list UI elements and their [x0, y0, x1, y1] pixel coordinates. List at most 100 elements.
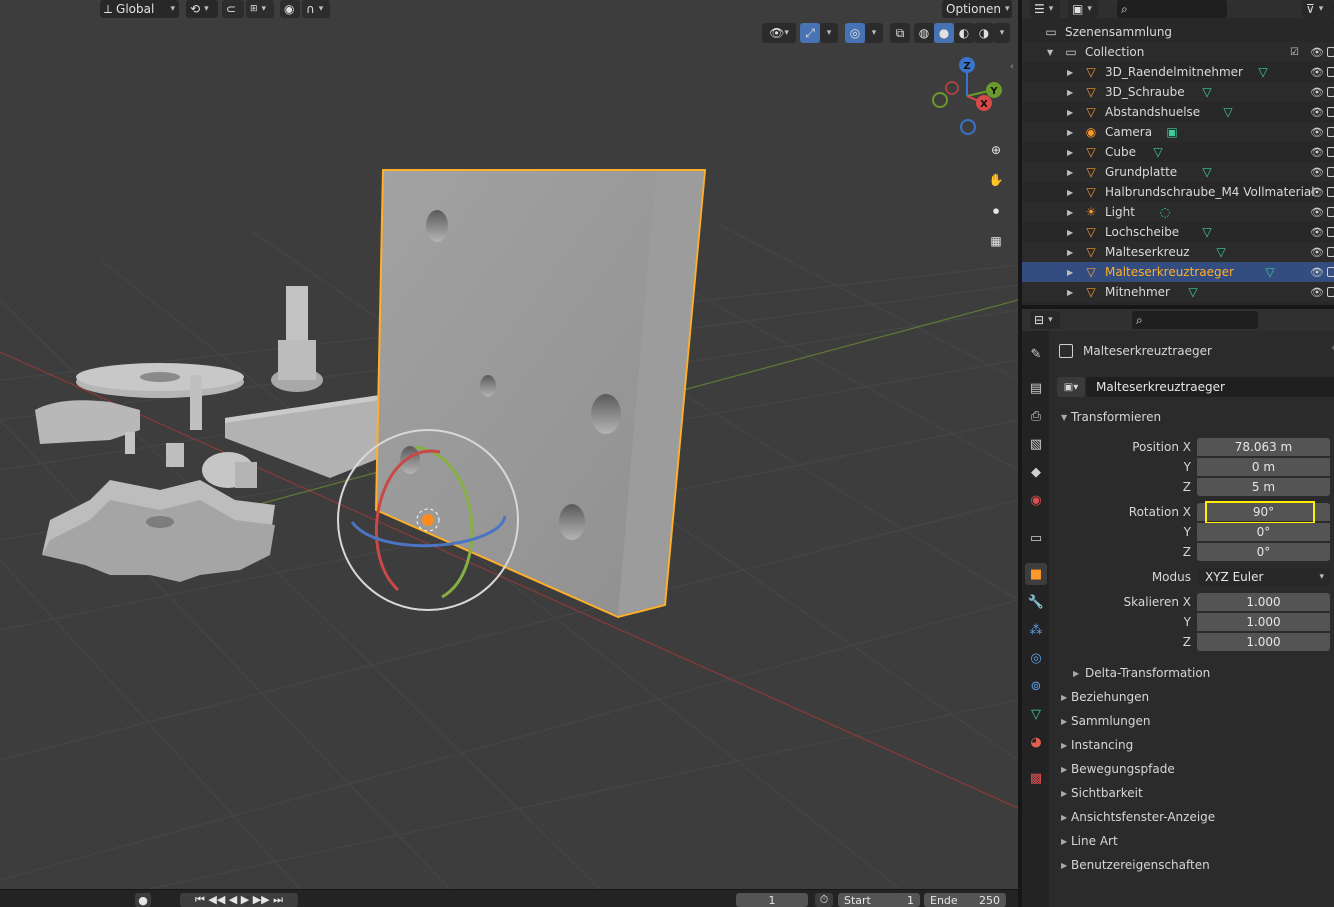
panel-header[interactable]: ▶ Bewegungspfade — [1049, 758, 1334, 780]
rotation-y-field[interactable]: 0° — [1197, 523, 1330, 541]
physics-tab-icon[interactable]: ◎ — [1025, 647, 1047, 669]
scene-canvas[interactable]: Z Y X — [0, 0, 1018, 889]
eye-icon[interactable]: 👁 — [1310, 66, 1324, 79]
collapsed-triangle-icon[interactable]: ▶ — [1067, 248, 1073, 257]
visibility-dropdown[interactable]: 👁 ▾ — [762, 23, 796, 43]
collapsed-triangle-icon[interactable]: ▶ — [1067, 188, 1073, 197]
outliner-item[interactable]: ▶ ▽ Lochscheibe ▽ 👁 — [1022, 222, 1334, 242]
mesh-data-icon[interactable]: ▽ — [1151, 145, 1165, 159]
pivot-point-dropdown[interactable]: ⟲ ▾ — [186, 0, 218, 18]
scale-z-field[interactable]: 1.000 — [1197, 633, 1330, 651]
camera-render-icon[interactable] — [1327, 87, 1334, 97]
outliner-item[interactable]: ▶ ▽ Halbrundschraube_M4 Vollmaterial 👁 — [1022, 182, 1334, 202]
eye-icon[interactable]: 👁 — [1310, 226, 1324, 239]
editor-type-dropdown[interactable]: ☰ ▾ — [1030, 0, 1060, 18]
solid-shading-button[interactable]: ● — [934, 23, 954, 43]
stopwatch-icon[interactable]: ⏱ — [815, 893, 833, 907]
camera-data-icon[interactable]: ▣ — [1165, 125, 1179, 139]
eye-icon[interactable]: 👁 — [1310, 206, 1324, 219]
modifier-tab-icon[interactable]: 🔧 — [1025, 591, 1047, 613]
camera-render-icon[interactable] — [1327, 127, 1334, 137]
collapsed-triangle-icon[interactable]: ▶ — [1067, 68, 1073, 77]
panel-header[interactable]: ▶ Ansichtsfenster-Anzeige — [1049, 806, 1334, 828]
eye-icon[interactable]: 👁 — [1310, 106, 1324, 119]
mesh-data-tab-icon[interactable]: ▽ — [1025, 703, 1047, 725]
proportional-edit-toggle[interactable]: ◉ — [280, 0, 300, 18]
mesh-data-icon[interactable]: ▽ — [1263, 265, 1277, 279]
object-name-field[interactable]: Malteserkreuztraeger — [1086, 377, 1334, 397]
scale-x-field[interactable]: 1.000 — [1197, 593, 1330, 611]
collapsed-triangle-icon[interactable]: ▶ — [1067, 168, 1073, 177]
rotation-z-field[interactable]: 0° — [1197, 543, 1330, 561]
camera-render-icon[interactable] — [1327, 187, 1334, 197]
tool-tab-icon[interactable]: ✎ — [1025, 343, 1047, 365]
position-y-field[interactable]: 0 m — [1197, 458, 1330, 476]
pan-button[interactable]: ✋ — [983, 167, 1009, 193]
particles-tab-icon[interactable]: ⁂ — [1025, 619, 1047, 641]
editor-type-dropdown[interactable]: ⊟ ▾ — [1030, 311, 1060, 329]
object-browse-button[interactable]: ▣▾ — [1057, 377, 1085, 397]
playback-controls[interactable]: ⏮ ◀◀ ◀ ▶ ▶▶ ⏭ — [180, 893, 298, 907]
sidebar-toggle-arrow-icon[interactable]: ‹ — [1010, 62, 1014, 72]
camera-render-icon[interactable] — [1327, 247, 1334, 257]
wireframe-shading-button[interactable]: ◍ — [914, 23, 934, 43]
3d-viewport[interactable]: Z Y X ⟂ Global ▾ ⟲ ▾ ⊂ ⊞ ▾ ◉ ∩ ▾ Optionen ▾… — [0, 0, 1018, 889]
panel-header[interactable]: ▶ Beziehungen — [1049, 686, 1334, 708]
camera-render-icon[interactable] — [1327, 47, 1334, 57]
outliner-item[interactable]: ▶ ▽ Malteserkreuz ▽ 👁 — [1022, 242, 1334, 262]
camera-render-icon[interactable] — [1327, 267, 1334, 277]
snap-toggle[interactable]: ⊂ — [222, 0, 244, 18]
panel-header[interactable]: ▶ Sichtbarkeit — [1049, 782, 1334, 804]
collapsed-triangle-icon[interactable]: ▶ — [1067, 128, 1073, 137]
transform-orientation-dropdown[interactable]: ⟂ Global ▾ — [100, 0, 179, 18]
eye-icon[interactable]: 👁 — [1310, 166, 1324, 179]
camera-render-icon[interactable] — [1327, 147, 1334, 157]
eye-icon[interactable]: 👁 — [1310, 146, 1324, 159]
rotation-mode-dropdown[interactable]: XYZ Euler ▾ — [1197, 568, 1330, 586]
properties-search-input[interactable]: ⌕ — [1132, 311, 1258, 329]
xray-toggle[interactable]: ⧉ — [890, 23, 910, 43]
overlays-toggle[interactable]: ◎ — [845, 23, 865, 43]
outliner-item[interactable]: ▶ ◉ Camera ▣ 👁 — [1022, 122, 1334, 142]
mesh-data-icon[interactable]: ▽ — [1214, 245, 1228, 259]
outliner-item[interactable]: ▶ ▽ 3D_Raendelmitnehmer ▽ 👁 — [1022, 62, 1334, 82]
camera-render-icon[interactable] — [1327, 167, 1334, 177]
rendered-shading-button[interactable]: ◑ — [974, 23, 994, 43]
outliner-item[interactable]: ▶ ▽ Abstandshuelse ▽ 👁 — [1022, 102, 1334, 122]
panel-header[interactable]: ▶ Sammlungen — [1049, 710, 1334, 732]
position-z-field[interactable]: 5 m — [1197, 478, 1330, 496]
collapsed-triangle-icon[interactable]: ▶ — [1067, 108, 1073, 117]
texture-tab-icon[interactable]: ▩ — [1025, 767, 1047, 789]
outliner-item[interactable]: ▶ ☀ Light ◌ 👁 — [1022, 202, 1334, 222]
options-dropdown[interactable]: Optionen ▾ — [942, 0, 1012, 18]
outliner-item[interactable]: ▶ ▽ Malteserkreuztraeger ▽ 👁 — [1022, 262, 1334, 282]
panel-header[interactable]: ▶ Instancing — [1049, 734, 1334, 756]
collapsed-triangle-icon[interactable]: ▶ — [1067, 268, 1073, 277]
mesh-data-icon[interactable]: ▽ — [1221, 105, 1235, 119]
camera-render-icon[interactable] — [1327, 227, 1334, 237]
zoom-button[interactable]: ⊕ — [983, 137, 1009, 163]
transform-panel-header[interactable]: ▼ Transformieren — [1049, 406, 1334, 428]
scene-tab-icon[interactable]: ◆ — [1025, 461, 1047, 483]
collapsed-triangle-icon[interactable]: ▶ — [1067, 288, 1073, 297]
scale-y-field[interactable]: 1.000 — [1197, 613, 1330, 631]
outliner-item[interactable]: ▶ ▽ Cube ▽ 👁 — [1022, 142, 1334, 162]
mesh-data-icon[interactable]: ▽ — [1256, 65, 1270, 79]
eye-icon[interactable]: 👁 — [1310, 46, 1324, 59]
outliner-item[interactable]: ▶ ▽ 3D_Schraube ▽ 👁 — [1022, 82, 1334, 102]
gizmo-dropdown[interactable]: ▾ — [820, 23, 838, 43]
mesh-data-icon[interactable]: ▽ — [1200, 225, 1214, 239]
panel-header[interactable]: ▶ Line Art — [1049, 830, 1334, 852]
camera-render-icon[interactable] — [1327, 287, 1334, 297]
collapsed-triangle-icon[interactable]: ▶ — [1067, 88, 1073, 97]
start-frame-field[interactable]: Start 1 — [838, 893, 920, 907]
object-tab-icon[interactable]: ■ — [1025, 563, 1047, 585]
outliner-scene-collection[interactable]: ▭ Szenensammlung — [1022, 22, 1334, 42]
collapsed-triangle-icon[interactable]: ▶ — [1067, 228, 1073, 237]
navigation-gizmo[interactable]: Z Y X — [932, 57, 1002, 135]
current-frame-field[interactable]: 1 — [736, 893, 808, 907]
display-mode-dropdown[interactable]: ▣ ▾ — [1068, 0, 1098, 18]
shading-dropdown[interactable]: ▾ — [994, 23, 1010, 43]
outliner-search-input[interactable]: ⌕ — [1117, 0, 1227, 18]
view-layer-tab-icon[interactable]: ▧ — [1025, 433, 1047, 455]
